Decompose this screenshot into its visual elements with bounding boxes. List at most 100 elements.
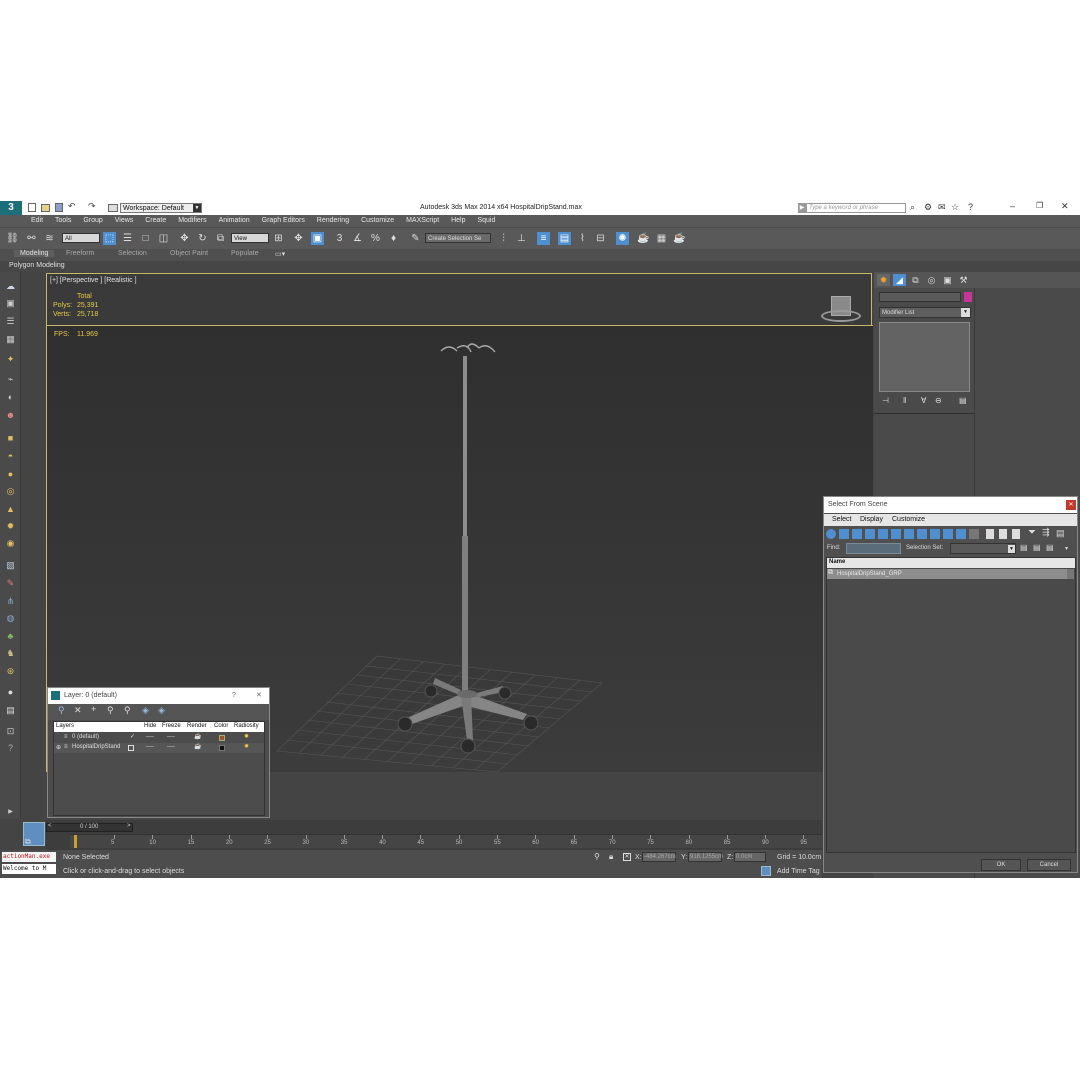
hierarchy-tab-icon[interactable]: ⧉ xyxy=(909,274,922,286)
selection-set-dropdown[interactable]: ▼ xyxy=(950,543,1016,554)
lock-cell-icon[interactable]: ▤ xyxy=(1056,528,1065,539)
select-object-icon[interactable]: ⬚ xyxy=(103,232,116,245)
box-icon[interactable]: ■ xyxy=(4,432,17,445)
z-coord-field[interactable]: 0.0cm xyxy=(734,852,766,862)
x-coord-field[interactable]: -484.267cm xyxy=(642,852,676,862)
filter-shapes-icon[interactable] xyxy=(839,529,849,539)
walk-icon[interactable]: ♞ xyxy=(4,647,17,660)
snaps-toggle-icon[interactable]: 3 xyxy=(333,232,346,245)
minimize-button[interactable]: – xyxy=(1010,201,1015,211)
open-file-icon[interactable] xyxy=(41,204,50,212)
globe-icon[interactable]: ◍ xyxy=(4,612,17,625)
rectangular-selection-icon[interactable]: □ xyxy=(139,232,152,245)
window-crossing-icon[interactable]: ◫ xyxy=(157,232,170,245)
highlight-layer-icon[interactable]: ⚲ xyxy=(124,705,131,716)
select-by-name-icon[interactable]: ☰ xyxy=(121,232,134,245)
workspace-dropdown[interactable]: Workspace: Default ▼ xyxy=(120,203,202,213)
cone-icon[interactable]: ▲ xyxy=(4,503,17,516)
link-icon[interactable]: ⛓ xyxy=(6,232,19,245)
object-name-field[interactable] xyxy=(879,292,961,302)
column-hide[interactable]: Hide xyxy=(144,723,156,729)
help-circle-icon[interactable]: ? xyxy=(4,742,17,755)
render-teapot-icon[interactable]: ☕ xyxy=(194,733,201,740)
filter-lights-icon[interactable] xyxy=(852,529,862,539)
close-button[interactable]: ✕ xyxy=(1061,201,1069,212)
percent-snap-icon[interactable]: % xyxy=(369,232,382,245)
sun-icon[interactable]: ✹ xyxy=(4,520,17,533)
menu-customize[interactable]: Customize xyxy=(356,215,399,227)
favorites-star-icon[interactable]: ☆ xyxy=(951,202,959,213)
isolate-selection-icon[interactable]: ⚲ xyxy=(594,852,600,861)
scene-list[interactable]: Name ⧉ HospitalDripStand_GRP xyxy=(826,557,1076,853)
remove-modifier-icon[interactable]: ⊖ xyxy=(935,396,942,405)
create-tab-icon[interactable]: ✹ xyxy=(877,274,890,286)
add-to-layer-icon[interactable]: + xyxy=(91,704,96,714)
display-invert-icon[interactable] xyxy=(1012,529,1020,539)
layer-dialog-help-button[interactable]: ? xyxy=(232,688,236,704)
y-coord-field[interactable]: 918.1255cm xyxy=(688,852,723,862)
column-freeze[interactable]: Freeze xyxy=(162,723,181,729)
undo-icon[interactable]: ↶ xyxy=(68,201,76,212)
utilities-tab-icon[interactable]: ⚒ xyxy=(957,274,970,286)
communication-icon[interactable]: ✉ xyxy=(938,202,946,213)
layer-freeze-toggle[interactable]: ---- xyxy=(146,744,154,750)
display-all-icon[interactable] xyxy=(986,529,994,539)
render-teapot-icon[interactable]: ☕ xyxy=(194,743,201,750)
show-end-result-icon[interactable]: ‖ xyxy=(903,396,906,405)
select-manipulate-icon[interactable]: ✥ xyxy=(292,232,305,245)
unlink-icon[interactable]: ⚯ xyxy=(25,232,38,245)
tab-freeform[interactable]: Freeform xyxy=(66,250,94,257)
tab-modeling[interactable]: Modeling xyxy=(14,250,55,257)
menu-graph-editors[interactable]: Graph Editors xyxy=(257,215,310,227)
ok-button[interactable]: OK xyxy=(981,859,1021,871)
menu-edit[interactable]: Edit xyxy=(26,215,48,227)
select-set-icon[interactable]: ▤ xyxy=(1020,543,1028,552)
spinner-snap-icon[interactable]: ♦ xyxy=(387,232,400,245)
filter-helpers-icon[interactable] xyxy=(878,529,888,539)
measure-icon[interactable]: ⊡ xyxy=(4,725,17,738)
light-icon[interactable]: ✦ xyxy=(4,353,17,366)
reference-coordinate-dropdown[interactable]: View xyxy=(231,233,269,243)
tab-populate[interactable]: Populate xyxy=(231,250,259,257)
prev-frame-icon[interactable]: < xyxy=(48,823,52,829)
selection-lock-icon[interactable]: 🔒︎ xyxy=(609,852,613,862)
filter-containers-icon[interactable] xyxy=(943,529,953,539)
radiosity-sun-icon[interactable]: ✹ xyxy=(244,743,249,750)
layer-dialog-header[interactable]: Layer: 0 (default) ? ✕ xyxy=(48,688,269,704)
layer-hide-check[interactable] xyxy=(128,745,134,751)
maxscript-input-line[interactable]: Welcome to M xyxy=(2,864,56,874)
add-time-tag[interactable]: Add Time Tag xyxy=(777,868,820,875)
scene-list-scrollbar[interactable] xyxy=(1067,569,1074,579)
camera-icon[interactable]: ⌁ xyxy=(4,373,17,386)
sphere-icon[interactable]: ● xyxy=(4,468,17,481)
find-input[interactable] xyxy=(846,543,901,554)
move-icon[interactable]: ✥ xyxy=(178,232,191,245)
track-bar-menu-icon[interactable]: ⧉ xyxy=(25,837,31,847)
timeline[interactable]: < 0 / 100 > 5 10 15 20 25 30 35 40 45 50 55 60 65 70 7… xyxy=(46,820,822,850)
menu-squid[interactable]: Squid xyxy=(472,215,500,227)
subscription-icon[interactable]: ⚙ xyxy=(924,202,932,213)
list-item[interactable]: ⧉ HospitalDripStand_GRP xyxy=(827,569,1067,579)
selection-filter-dropdown[interactable]: All xyxy=(62,233,100,243)
search-input[interactable]: Type a keyword or phrase xyxy=(806,203,906,213)
layer-expand-icon[interactable]: ⊕ xyxy=(56,744,61,751)
next-frame-icon[interactable]: > xyxy=(127,823,131,829)
maxscript-listener-line[interactable]: actionMan.exe xyxy=(2,852,56,862)
column-name[interactable]: Name xyxy=(829,559,845,565)
radiosity-sun-icon[interactable]: ✹ xyxy=(244,733,249,740)
filter-hidden-icon[interactable] xyxy=(969,529,979,539)
bind-space-warp-icon[interactable]: ≋ xyxy=(43,232,56,245)
pivot-point-icon[interactable]: ⊞ xyxy=(272,232,285,245)
cancel-button[interactable]: Cancel xyxy=(1027,859,1071,871)
tree-icon[interactable]: ⋔ xyxy=(4,595,17,608)
select-layer-objects-icon[interactable]: ⚲ xyxy=(107,705,114,716)
menu-modifiers[interactable]: Modifiers xyxy=(173,215,211,227)
layer-render-toggle[interactable]: ---- xyxy=(167,744,175,750)
keyboard-shortcut-override-icon[interactable]: ▣ xyxy=(311,232,324,245)
select-menu-select[interactable]: Select xyxy=(832,516,851,523)
calculator-icon[interactable]: ▤ xyxy=(4,704,17,717)
table-row[interactable]: ≡ 0 (default) ✓ ---- ---- ☕ ✹ xyxy=(54,733,264,743)
menu-help[interactable]: Help xyxy=(446,215,470,227)
search-toggle-icon[interactable]: ▶ xyxy=(798,203,806,213)
time-tag-icon[interactable] xyxy=(761,866,771,876)
